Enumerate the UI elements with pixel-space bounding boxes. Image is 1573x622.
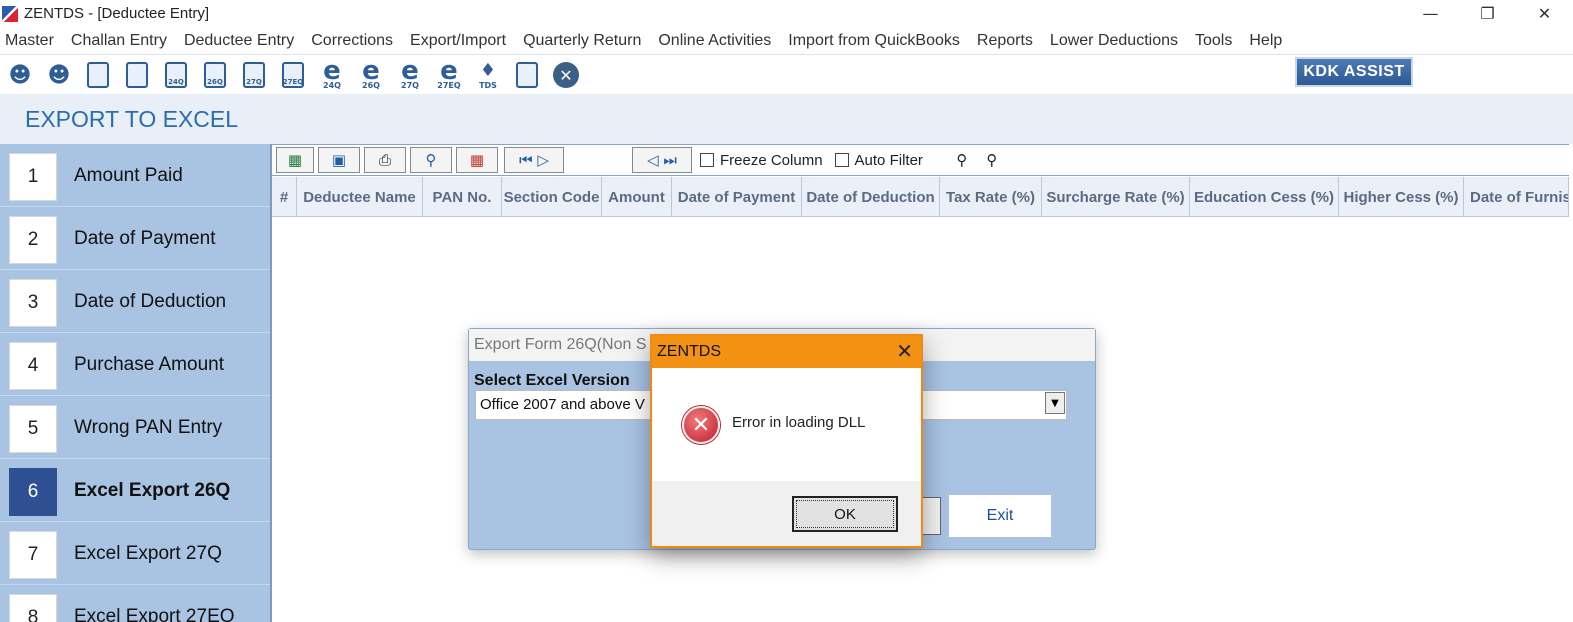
column-header[interactable]: PAN No. bbox=[423, 177, 502, 216]
first-prev-icon[interactable]: ⏮ ▷ bbox=[504, 147, 564, 173]
menu-bar: Master Challan Entry Deductee Entry Corr… bbox=[0, 27, 1573, 55]
search-icon[interactable]: ⚲ bbox=[410, 147, 452, 173]
menu-master[interactable]: Master bbox=[5, 32, 54, 50]
menu-corrections[interactable]: Corrections bbox=[311, 32, 393, 50]
close-icon[interactable]: ✕ bbox=[550, 60, 582, 90]
column-headers: # Deductee Name PAN No. Section Code Amo… bbox=[272, 177, 1569, 217]
minimize-button[interactable]: — bbox=[1402, 0, 1459, 27]
form-27q-icon[interactable]: 27Q bbox=[238, 60, 270, 90]
sidebar-item-date-of-payment[interactable]: 2 Date of Payment bbox=[0, 208, 270, 270]
menu-export-import[interactable]: Export/Import bbox=[410, 32, 506, 50]
menu-quarterly-return[interactable]: Quarterly Return bbox=[523, 32, 641, 50]
kdk-assist-button[interactable]: KDK ASSIST bbox=[1295, 57, 1413, 87]
column-header[interactable]: Date of Furnis bbox=[1464, 177, 1569, 216]
message-box-footer: OK bbox=[652, 481, 921, 546]
e-26q-icon[interactable]: e 26Q bbox=[355, 58, 387, 90]
sidebar-item-amount-paid[interactable]: 1 Amount Paid bbox=[0, 145, 270, 207]
checkbox-icon[interactable] bbox=[700, 153, 714, 167]
column-header[interactable]: Date of Payment bbox=[672, 177, 802, 216]
page-header: EXPORT TO EXCEL bbox=[0, 94, 1573, 144]
column-header[interactable]: Amount bbox=[602, 177, 672, 216]
sidebar-item-excel-export-27eq[interactable]: 8 Excel Export 27EQ bbox=[0, 586, 270, 622]
auto-filter-checkbox[interactable]: Auto Filter bbox=[834, 152, 923, 169]
sidebar-item-wrong-pan[interactable]: 5 Wrong PAN Entry bbox=[0, 397, 270, 459]
exit-button[interactable]: Exit bbox=[949, 495, 1051, 537]
close-icon[interactable]: ✕ bbox=[896, 339, 913, 363]
column-header[interactable]: Date of Deduction bbox=[802, 177, 940, 216]
menu-deductee-entry[interactable]: Deductee Entry bbox=[184, 32, 294, 50]
page-title: EXPORT TO EXCEL bbox=[25, 106, 239, 132]
menu-online-activities[interactable]: Online Activities bbox=[658, 32, 771, 50]
deductor-icon[interactable]: ☻ bbox=[4, 60, 36, 90]
menu-challan-entry[interactable]: Challan Entry bbox=[71, 32, 167, 50]
app-logo-icon bbox=[2, 5, 18, 22]
window-title: ZENTDS - [Deductee Entry] bbox=[24, 5, 210, 22]
ok-button[interactable]: OK bbox=[792, 496, 898, 532]
restore-button[interactable]: ❐ bbox=[1459, 0, 1516, 27]
menu-reports[interactable]: Reports bbox=[977, 32, 1033, 50]
zoom-in-icon[interactable]: ⚲ bbox=[949, 147, 975, 173]
chevron-down-icon[interactable]: ▼ bbox=[1045, 392, 1065, 414]
tds-icon[interactable]: ♦ TDS bbox=[472, 60, 504, 90]
menu-import-quickbooks[interactable]: Import from QuickBooks bbox=[788, 32, 960, 50]
column-header[interactable]: Higher Cess (%) bbox=[1339, 177, 1464, 216]
deductors-group-icon[interactable]: ☻ bbox=[43, 60, 75, 90]
prev-last-icon[interactable]: ◁ ⏭ bbox=[632, 147, 692, 173]
e-27eq-icon[interactable]: e 27EQ bbox=[433, 58, 465, 90]
form-icon[interactable] bbox=[82, 60, 114, 90]
form-24q-icon[interactable]: 24Q bbox=[160, 60, 192, 90]
hierarchy-icon[interactable]: ▦ bbox=[456, 147, 498, 173]
sidebar-item-date-of-deduction[interactable]: 3 Date of Deduction bbox=[0, 271, 270, 333]
checkbox-icon[interactable] bbox=[834, 153, 849, 167]
error-icon: ✕ bbox=[682, 406, 720, 444]
print-icon[interactable]: ⎙ bbox=[364, 147, 406, 173]
freeze-column-checkbox[interactable]: Freeze Column bbox=[700, 152, 823, 169]
column-header[interactable]: Tax Rate (%) bbox=[940, 177, 1042, 216]
form-26q-icon[interactable]: 26Q bbox=[199, 60, 231, 90]
excel-version-label: Select Excel Version bbox=[474, 372, 630, 389]
title-bar: ZENTDS - [Deductee Entry] — ❐ ✕ bbox=[0, 0, 1573, 27]
column-header[interactable]: Deductee Name bbox=[297, 177, 423, 216]
form-icon[interactable] bbox=[121, 60, 153, 90]
sidebar-item-purchase-amount[interactable]: 4 Purchase Amount bbox=[0, 334, 270, 396]
close-window-button[interactable]: ✕ bbox=[1516, 0, 1573, 27]
form-27eq-icon[interactable]: 27EQ bbox=[277, 60, 309, 90]
zoom-out-icon[interactable]: ⚲ bbox=[979, 147, 1005, 173]
menu-tools[interactable]: Tools bbox=[1195, 32, 1232, 50]
column-header[interactable]: Surcharge Rate (%) bbox=[1042, 177, 1190, 216]
column-header[interactable]: Section Code bbox=[502, 177, 602, 216]
column-header[interactable]: # bbox=[272, 177, 297, 216]
menu-help[interactable]: Help bbox=[1249, 32, 1282, 50]
column-header[interactable]: Education Cess (%) bbox=[1190, 177, 1339, 216]
error-message: Error in loading DLL bbox=[732, 414, 866, 431]
sidebar-item-excel-export-26q[interactable]: 6 Excel Export 26Q bbox=[0, 460, 270, 522]
notes-icon[interactable] bbox=[511, 60, 543, 90]
error-message-box: ZENTDS ✕ ✕ Error in loading DLL OK bbox=[650, 334, 923, 548]
message-box-title: ZENTDS bbox=[652, 336, 921, 368]
sidebar: 1 Amount Paid 2 Date of Payment 3 Date of D… bbox=[0, 144, 270, 622]
grid-toolbar: ▦ ▣ ⎙ ⚲ ▦ ⏮ ▷ ◁ ⏭ Freeze Column Auto Fil… bbox=[272, 144, 1569, 176]
e-24q-icon[interactable]: e 24Q bbox=[316, 58, 348, 90]
save-icon[interactable]: ▣ bbox=[318, 147, 360, 173]
e-27q-icon[interactable]: e 27Q bbox=[394, 58, 426, 90]
menu-lower-deductions[interactable]: Lower Deductions bbox=[1050, 32, 1178, 50]
excel-icon[interactable]: ▦ bbox=[276, 147, 314, 173]
sidebar-item-excel-export-27q[interactable]: 7 Excel Export 27Q bbox=[0, 523, 270, 585]
